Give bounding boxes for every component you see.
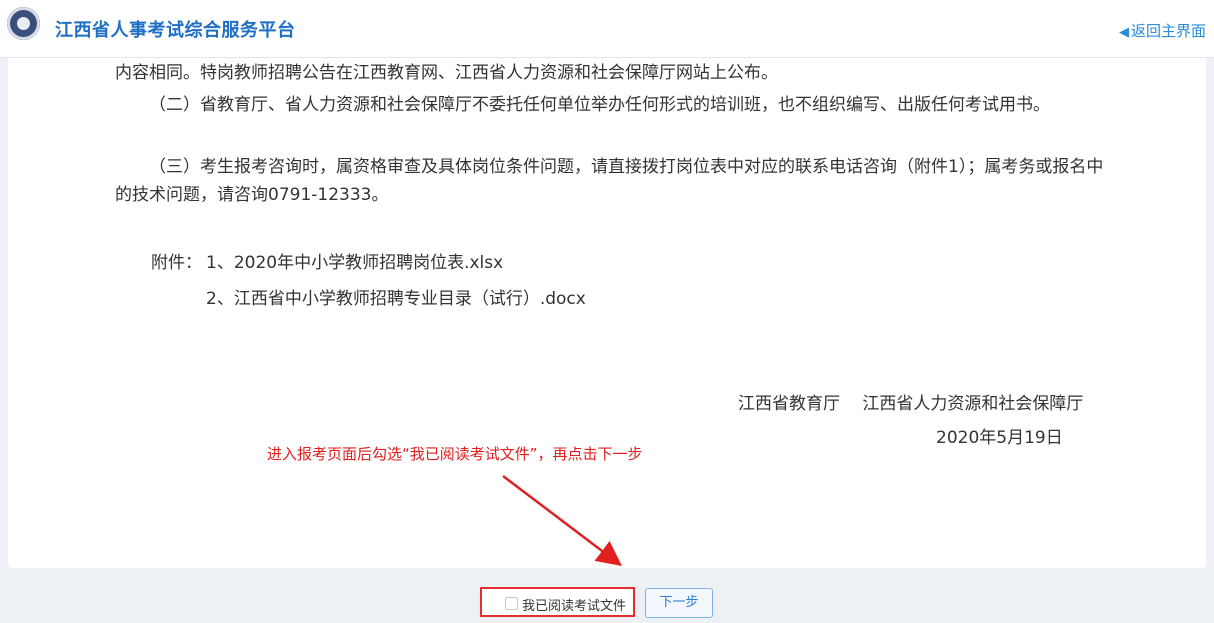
- instruction-annotation: 进入报考页面后勾选“我已阅读考试文件”，再点击下一步: [267, 445, 643, 463]
- agree-checkbox-group[interactable]: 我已阅读考试文件: [480, 587, 635, 617]
- back-label: 返回主界面: [1130, 22, 1206, 40]
- attachment-link[interactable]: 2、江西省中小学教师招聘专业目录（试行）.docx: [206, 285, 586, 313]
- agree-checkbox[interactable]: [505, 597, 518, 610]
- notice-paragraph: （二）省教育厅、省人力资源和社会保障厅不委托任何单位举办任何形式的培训班，也不组…: [149, 95, 1050, 115]
- next-step-button[interactable]: 下一步: [645, 588, 713, 618]
- agree-label[interactable]: 我已阅读考试文件: [522, 595, 626, 614]
- emblem-logo: [7, 7, 40, 40]
- top-bar: 江西省人事考试综合服务平台 ◀ 返回主界面: [0, 0, 1214, 58]
- signature-date: 2020年5月19日: [936, 428, 1063, 448]
- attachment-link[interactable]: 1、2020年中小学教师招聘岗位表.xlsx: [206, 249, 503, 277]
- signature-org: 江西省教育厅 江西省人力资源和社会保障厅: [738, 394, 1084, 414]
- back-to-main-link[interactable]: ◀ 返回主界面: [1119, 20, 1206, 41]
- notice-content: 内容相同。特岗教师招聘公告在江西教育网、江西省人力资源和社会保障厅网站上公布。 …: [8, 58, 1206, 568]
- notice-paragraph: 内容相同。特岗教师招聘公告在江西教育网、江西省人力资源和社会保障厅网站上公布。: [115, 63, 778, 83]
- arrow-left-icon: ◀: [1118, 25, 1129, 40]
- attachments-label: 附件：: [151, 253, 202, 273]
- notice-paragraph: （三）考生报考咨询时，属资格审查及具体岗位条件问题，请直接拨打岗位表中对应的联系…: [115, 157, 1104, 205]
- site-title: 江西省人事考试综合服务平台: [55, 20, 296, 41]
